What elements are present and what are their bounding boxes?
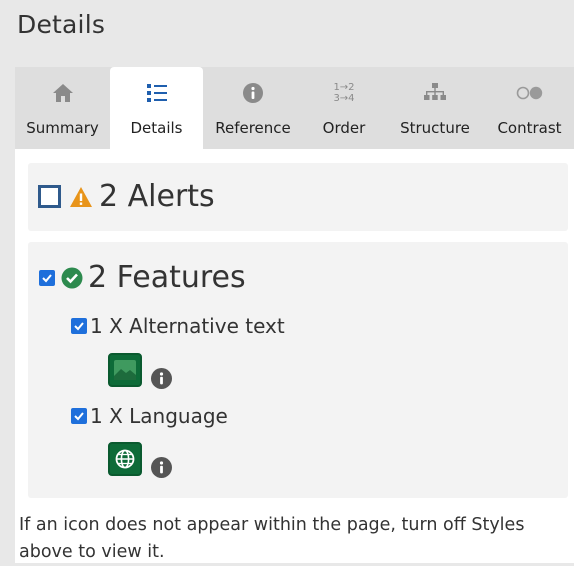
alerts-section: 2 Alerts — [28, 163, 568, 231]
tab-details[interactable]: Details — [110, 67, 203, 149]
features-section: 2 Features 1 X Alternative text 1 X Lang… — [28, 242, 568, 498]
feature-item-language: 1 X Language — [71, 404, 228, 428]
tab-label: Reference — [215, 119, 291, 137]
order-glyph-bottom: 3→4 — [333, 93, 355, 104]
tab-label: Details — [130, 119, 183, 137]
details-content: 2 Alerts 2 Features 1 X Alternative text… — [15, 149, 574, 563]
tab-label: Order — [322, 119, 366, 137]
tab-label: Contrast — [497, 119, 562, 137]
features-checkbox[interactable] — [39, 269, 55, 286]
check-circle-icon — [61, 267, 83, 288]
language-icons — [108, 439, 172, 478]
details-panel: Details Summary Details Reference 1→2 3→… — [0, 0, 574, 563]
feature-item-alt-text: 1 X Alternative text — [71, 314, 285, 338]
warning-icon — [70, 186, 92, 207]
info-icon — [242, 67, 264, 119]
language-label: 1 X Language — [90, 404, 228, 428]
tab-label: Structure — [400, 119, 470, 137]
structure-icon — [423, 67, 447, 119]
footer-note: If an icon does not appear within the pa… — [19, 515, 525, 562]
alt-text-label: 1 X Alternative text — [90, 314, 285, 338]
order-glyph-top: 1→2 — [333, 82, 355, 93]
list-icon — [146, 67, 168, 119]
tab-order[interactable]: 1→2 3→4 Order — [303, 67, 385, 149]
tab-label: Summary — [26, 119, 99, 137]
tab-reference[interactable]: Reference — [203, 67, 303, 149]
tab-bar: Summary Details Reference 1→2 3→4 Order … — [15, 67, 574, 149]
features-row: 2 Features — [39, 260, 246, 295]
info-icon[interactable] — [151, 368, 172, 389]
tab-summary[interactable]: Summary — [15, 67, 110, 149]
contrast-icon — [516, 67, 544, 119]
home-icon — [52, 67, 74, 119]
tab-structure[interactable]: Structure — [385, 67, 485, 149]
info-icon[interactable] — [151, 457, 172, 478]
alerts-row: 2 Alerts — [38, 179, 215, 214]
tab-contrast[interactable]: Contrast — [485, 67, 574, 149]
features-label: 2 Features — [88, 260, 246, 295]
language-checkbox[interactable] — [71, 408, 87, 424]
alerts-checkbox[interactable] — [38, 185, 61, 208]
order-icon: 1→2 3→4 — [333, 67, 354, 119]
alt-text-icons — [108, 350, 172, 389]
globe-icon[interactable] — [108, 441, 142, 476]
alerts-label: 2 Alerts — [99, 179, 215, 214]
panel-title: Details — [17, 10, 106, 39]
alt-text-checkbox[interactable] — [71, 318, 87, 334]
image-icon[interactable] — [108, 352, 142, 387]
